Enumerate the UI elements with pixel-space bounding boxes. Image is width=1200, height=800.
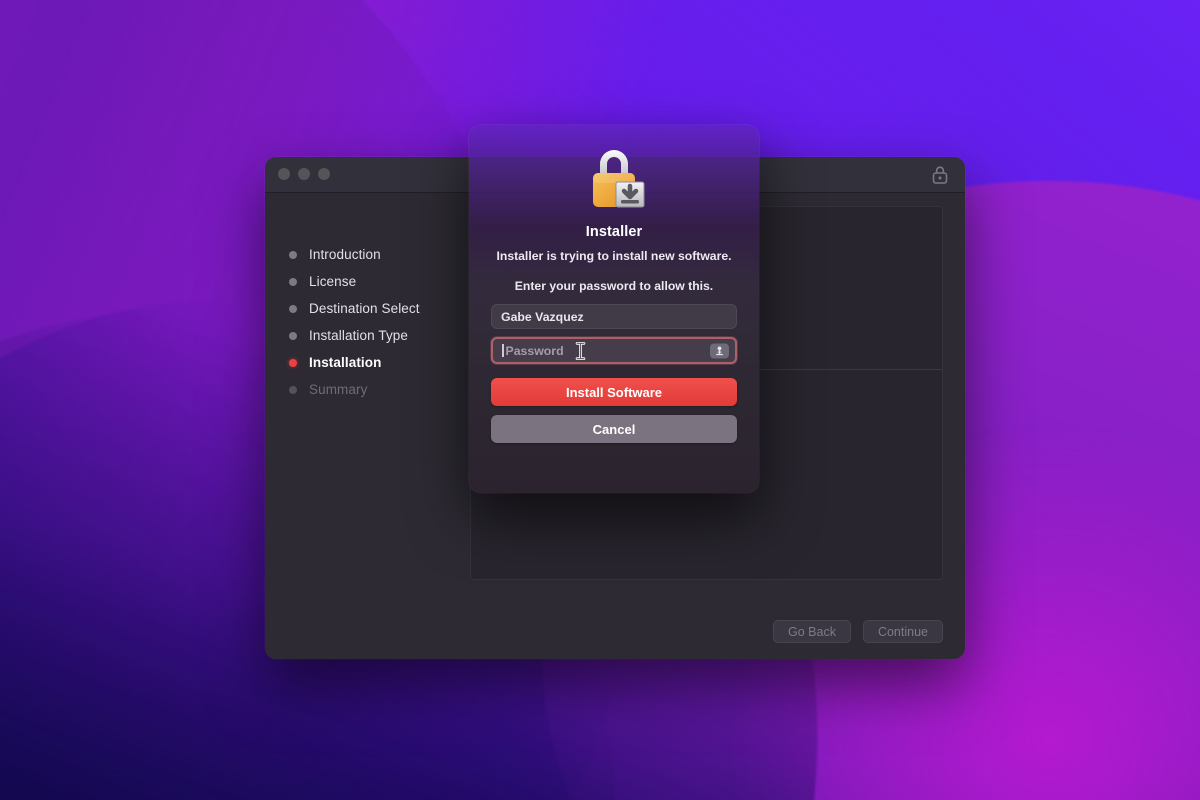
lock-with-download-badge-icon [593, 150, 645, 208]
step-dot-icon [289, 304, 297, 313]
footer-buttons: Go Back Continue [773, 620, 943, 643]
sidebar-item-installation[interactable]: Installation [289, 349, 470, 376]
step-dot-icon [289, 331, 297, 340]
lock-icon[interactable] [931, 165, 949, 185]
step-label: Destination Select [309, 301, 420, 316]
step-dot-icon [289, 277, 297, 286]
step-label: Installation [309, 355, 382, 370]
step-label: Introduction [309, 247, 381, 262]
step-label: License [309, 274, 357, 289]
zoom-button[interactable] [318, 168, 330, 180]
dialog-subtitle: Installer is trying to install new softw… [496, 249, 732, 263]
close-button[interactable] [278, 168, 290, 180]
dialog-prompt: Enter your password to allow this. [514, 279, 714, 293]
traffic-lights [278, 168, 330, 180]
dialog-title: Installer [585, 224, 643, 240]
steps-sidebar: Introduction License Destination Select … [265, 193, 470, 659]
step-label: Summary [309, 382, 368, 397]
minimize-button[interactable] [298, 168, 310, 180]
step-label: Installation Type [309, 328, 409, 343]
sidebar-item-destination-select[interactable]: Destination Select [289, 295, 470, 322]
authentication-dialog: Installer Installer is trying to install… [469, 125, 759, 493]
sidebar-item-license[interactable]: License [289, 268, 470, 295]
username-value: Gabe Vazquez [501, 309, 584, 324]
touch-id-key-icon[interactable] [710, 343, 729, 358]
cancel-button[interactable]: Cancel [491, 415, 737, 443]
i-beam-cursor-icon [575, 341, 586, 360]
sidebar-item-introduction[interactable]: Introduction [289, 241, 470, 268]
sidebar-item-installation-type[interactable]: Installation Type [289, 322, 470, 349]
install-software-button[interactable]: Install Software [491, 378, 737, 406]
step-dot-icon [289, 250, 297, 259]
go-back-button[interactable]: Go Back [773, 620, 851, 643]
step-dot-active-icon [289, 358, 297, 367]
sidebar-item-summary: Summary [289, 376, 470, 403]
continue-button[interactable]: Continue [862, 620, 943, 643]
password-placeholder: Password [505, 343, 564, 358]
step-dot-icon [289, 385, 297, 394]
username-field[interactable]: Gabe Vazquez [491, 304, 737, 329]
password-field[interactable]: Password [491, 337, 737, 364]
text-caret [502, 344, 504, 357]
